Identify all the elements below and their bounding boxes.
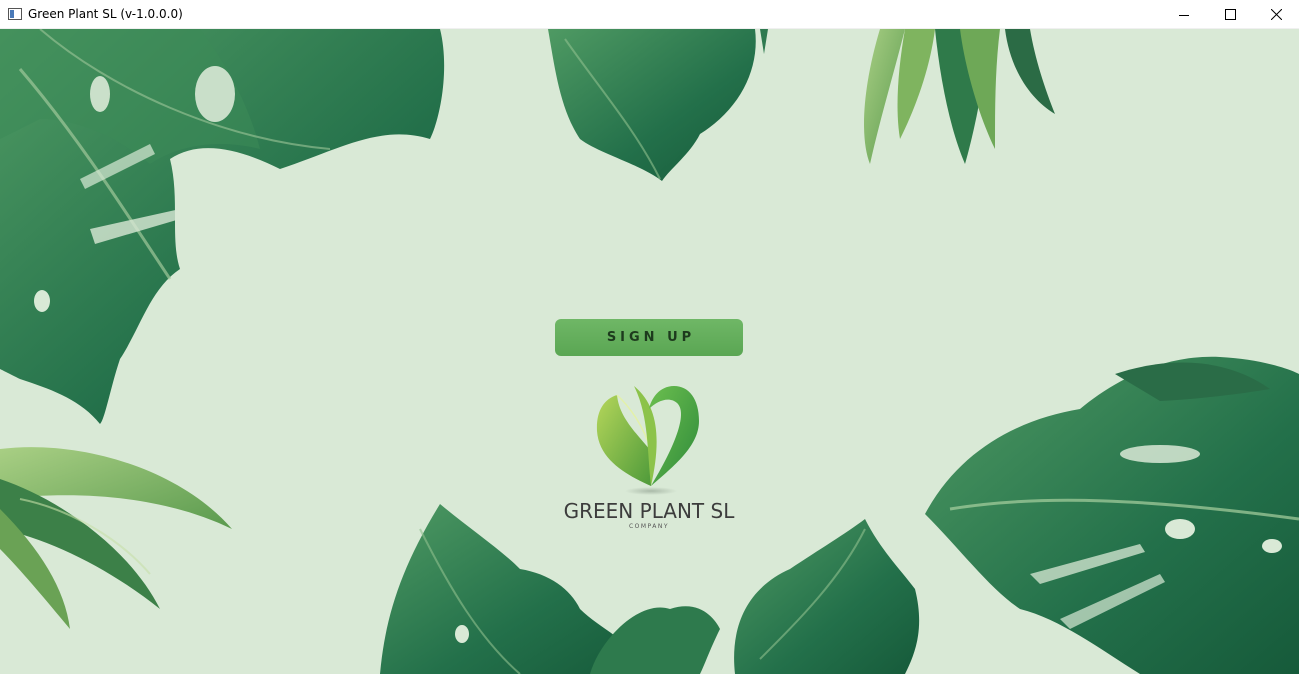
company-name: GREEN PLANT SL xyxy=(563,499,735,523)
sign-up-button[interactable]: SIGN UP xyxy=(555,319,743,356)
leaf-left-grass xyxy=(0,447,232,629)
leaf-top-center xyxy=(548,29,768,181)
leaf-top-right xyxy=(864,29,1055,164)
heart-leaf-logo-icon xyxy=(596,386,699,495)
close-icon xyxy=(1270,9,1282,20)
minimize-button[interactable] xyxy=(1161,0,1207,29)
window-controls xyxy=(1161,0,1299,29)
main-content: SIGN UP GREEN PLANT SL COMPANY xyxy=(0,29,1299,674)
leaf-bottom-center xyxy=(734,519,920,674)
leaf-bottom-right xyxy=(925,356,1299,674)
app-icon xyxy=(8,8,22,20)
company-tagline: COMPANY xyxy=(628,523,670,530)
maximize-icon xyxy=(1224,9,1236,20)
leaf-top-left xyxy=(0,29,445,424)
company-logo: GREEN PLANT SL COMPANY xyxy=(560,381,738,536)
minimize-icon xyxy=(1179,14,1189,16)
maximize-button[interactable] xyxy=(1207,0,1253,29)
app-window: Green Plant SL (v-1.0.0.0) SIGN UP GREEN… xyxy=(0,0,1299,674)
close-button[interactable] xyxy=(1253,0,1299,29)
title-bar[interactable]: Green Plant SL (v-1.0.0.0) xyxy=(0,0,1299,29)
window-title: Green Plant SL (v-1.0.0.0) xyxy=(28,7,183,21)
